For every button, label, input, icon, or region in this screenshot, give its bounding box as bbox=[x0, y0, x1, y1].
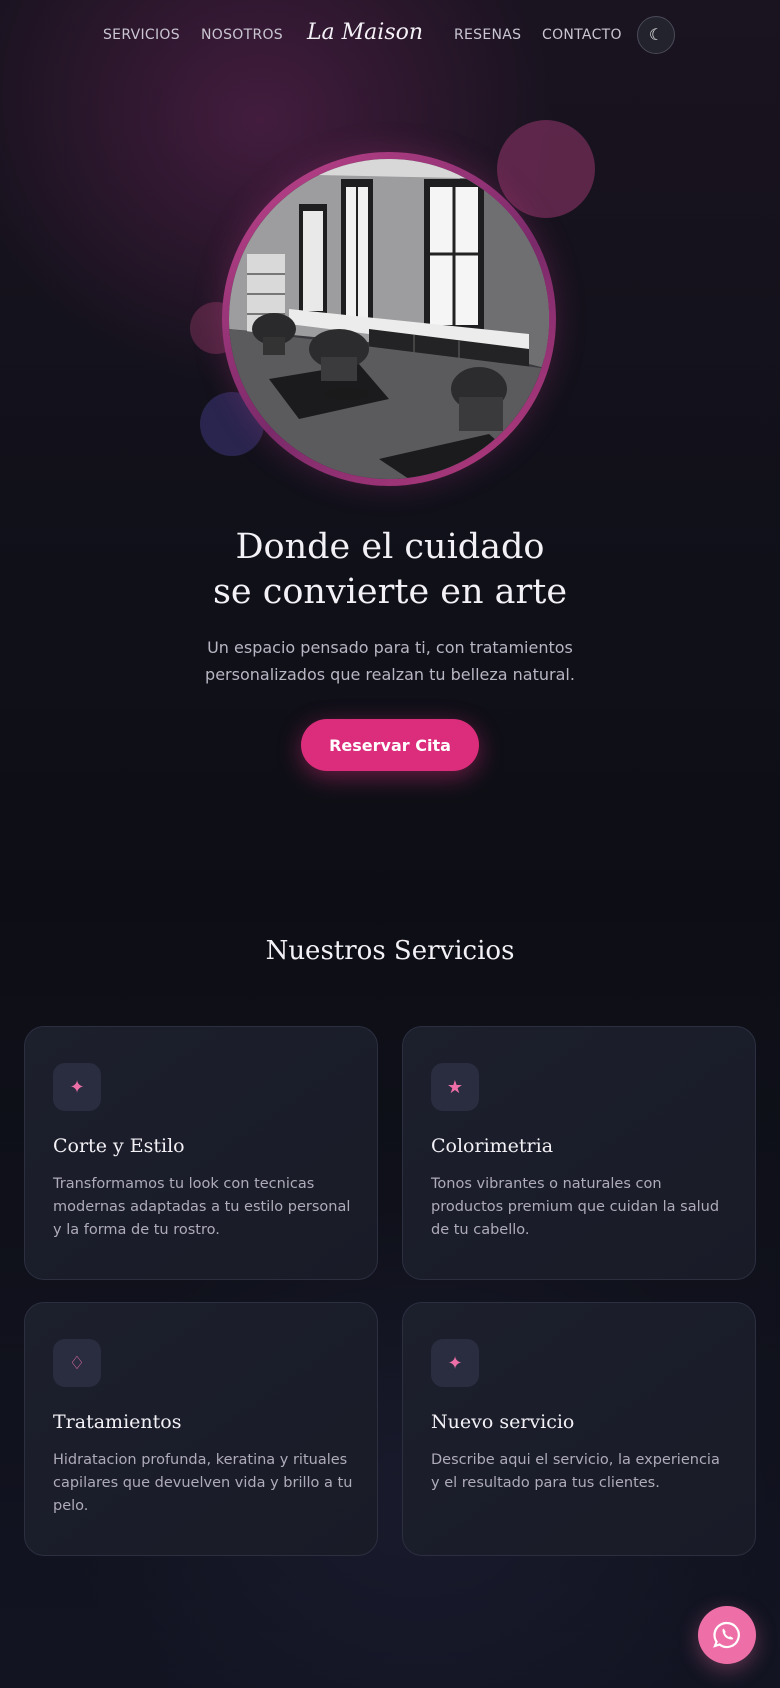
whatsapp-icon bbox=[713, 1621, 740, 1649]
moon-icon: ☾ bbox=[648, 27, 664, 44]
nav-link-resenas[interactable]: RESENAS bbox=[454, 27, 521, 43]
service-card-title: Tratamientos bbox=[53, 1411, 182, 1433]
service-card-title: Nuevo servicio bbox=[431, 1411, 575, 1433]
sparkle-icon: ✦ bbox=[53, 1063, 101, 1111]
nav-link-contacto[interactable]: CONTACTO bbox=[542, 27, 622, 43]
service-card[interactable]: ★ Colorimetria Tonos vibrantes o natural… bbox=[402, 1026, 756, 1280]
sparkle-icon: ✦ bbox=[431, 1339, 479, 1387]
service-card[interactable]: ✦ Corte y Estilo Transformamos tu look c… bbox=[24, 1026, 378, 1280]
diamond-icon: ♢ bbox=[53, 1339, 101, 1387]
book-appointment-button[interactable]: Reservar Cita bbox=[301, 719, 479, 771]
hero-title-line-1: Donde el cuidado bbox=[235, 527, 545, 567]
theme-toggle-button[interactable]: ☾ bbox=[637, 16, 675, 54]
salon-interior-photo bbox=[229, 159, 549, 479]
service-card-description: Hidratacion profunda, keratina y rituale… bbox=[53, 1452, 353, 1514]
hero-subtitle: Un espacio pensado para ti, con tratamie… bbox=[205, 638, 575, 684]
hero-title: Donde el cuidado se convierte en arte bbox=[0, 525, 780, 615]
star-icon: ★ bbox=[431, 1063, 479, 1111]
top-navigation: SERVICIOS NOSOTROS La Maison RESENAS CON… bbox=[0, 0, 780, 72]
service-card-title: Colorimetria bbox=[431, 1135, 554, 1157]
service-card-description: Transformamos tu look con tecnicas moder… bbox=[53, 1176, 351, 1238]
hero-image-frame bbox=[222, 152, 556, 486]
service-card-description: Tonos vibrantes o naturales con producto… bbox=[431, 1176, 720, 1238]
service-card[interactable]: ✦ Nuevo servicio Describe aqui el servic… bbox=[402, 1302, 756, 1556]
service-card-description: Describe aqui el servicio, la experienci… bbox=[431, 1452, 720, 1491]
decorative-orb bbox=[497, 120, 595, 218]
service-card-title: Corte y Estilo bbox=[53, 1135, 185, 1157]
salon-illustration bbox=[229, 159, 549, 479]
hero-title-line-2: se convierte en arte bbox=[212, 572, 568, 612]
whatsapp-button[interactable] bbox=[698, 1606, 756, 1664]
services-section-title: Nuestros Servicios bbox=[265, 936, 515, 966]
service-card[interactable]: ♢ Tratamientos Hidratacion profunda, ker… bbox=[24, 1302, 378, 1556]
